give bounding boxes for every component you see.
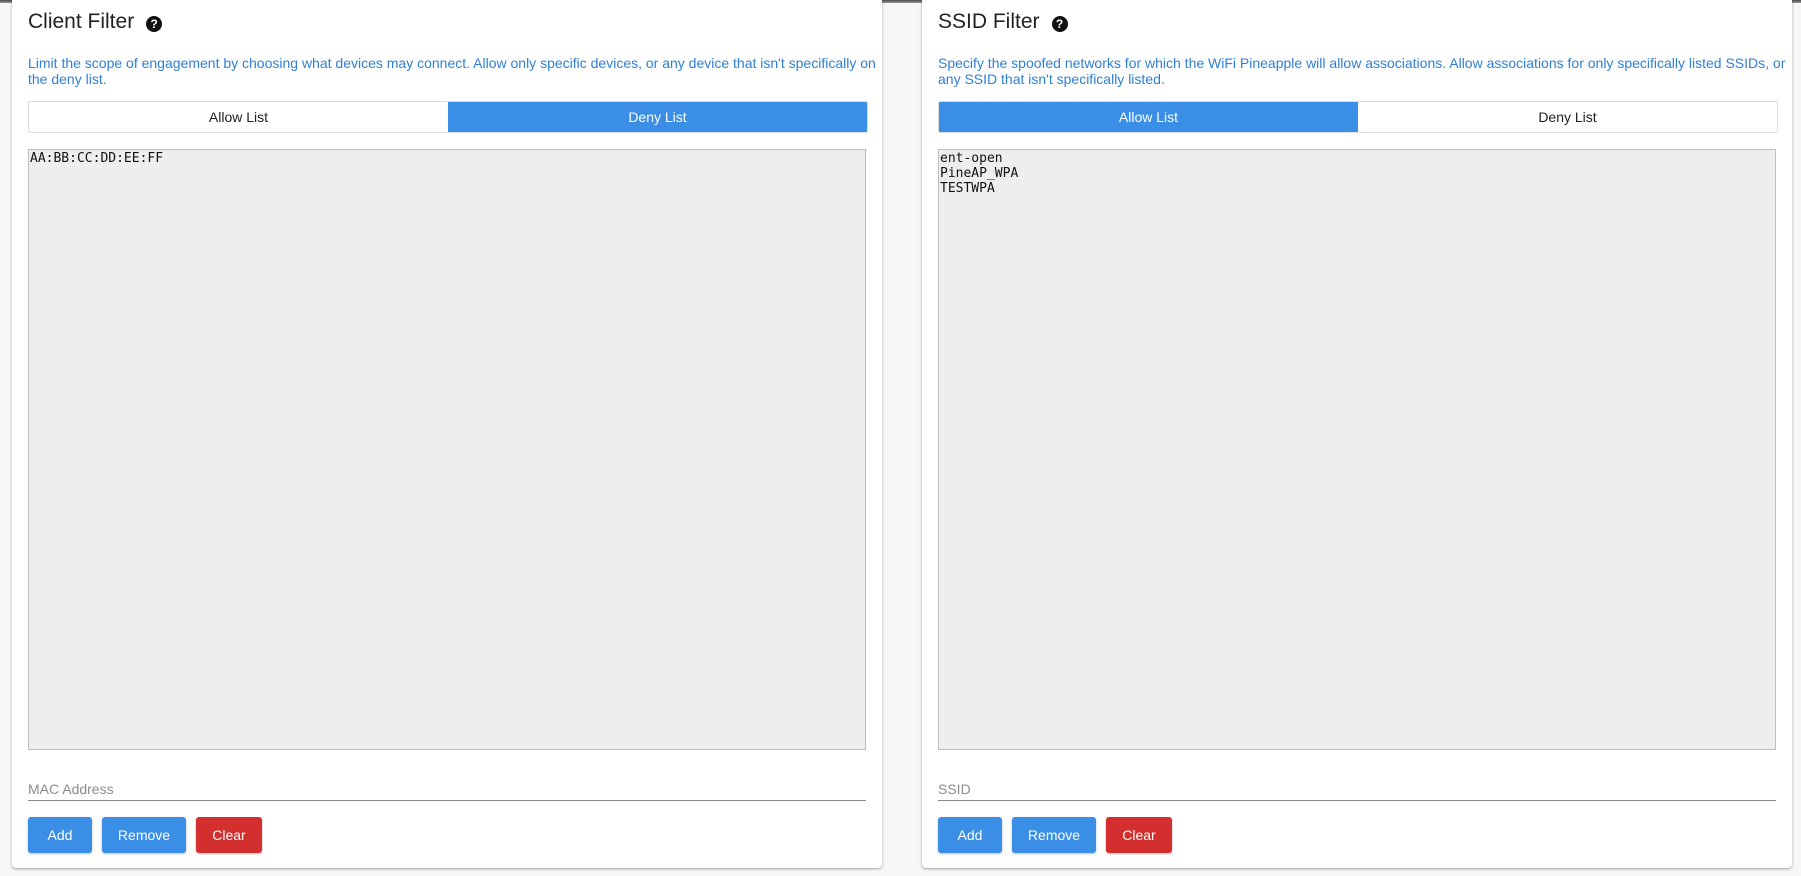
client-filter-remove-button[interactable]: Remove <box>102 817 186 853</box>
ssid-filter-header: SSID Filter ? <box>938 10 1068 34</box>
question-circle-icon[interactable]: ? <box>1051 16 1068 32</box>
client-filter-deny-list-tab[interactable]: Deny List <box>448 102 867 132</box>
client-filter-add-button[interactable]: Add <box>28 817 92 853</box>
ssid-filter-actions: Add Remove Clear <box>938 817 1182 853</box>
ssid-input[interactable] <box>938 778 1776 801</box>
question-circle-icon[interactable]: ? <box>146 16 163 32</box>
ssid-filter-mode-toggle: Allow List Deny List <box>938 101 1778 133</box>
ssid-filter-description: Specify the spoofed networks for which t… <box>938 55 1786 87</box>
ssid-filter-remove-button[interactable]: Remove <box>1012 817 1096 853</box>
ssid-filter-clear-button[interactable]: Clear <box>1106 817 1172 853</box>
client-filter-actions: Add Remove Clear <box>28 817 272 853</box>
ssid-filter-deny-list-tab[interactable]: Deny List <box>1358 102 1777 132</box>
client-filter-clear-button[interactable]: Clear <box>196 817 262 853</box>
client-filter-title: Client Filter <box>28 10 135 33</box>
ssid-filter-ssid-list[interactable]: ent-open PineAP_WPA TESTWPA <box>938 149 1776 750</box>
client-filter-card: Client Filter ? Limit the scope of engag… <box>12 0 882 868</box>
ssid-filter-title: SSID Filter <box>938 10 1040 33</box>
client-filter-mode-toggle: Allow List Deny List <box>28 101 868 133</box>
ssid-filter-card: SSID Filter ? Specify the spoofed networ… <box>922 0 1792 868</box>
mac-address-input[interactable] <box>28 778 866 801</box>
client-filter-mac-list[interactable]: AA:BB:CC:DD:EE:FF <box>28 149 866 750</box>
ssid-filter-add-button[interactable]: Add <box>938 817 1002 853</box>
client-filter-allow-list-tab[interactable]: Allow List <box>29 102 448 132</box>
client-filter-header: Client Filter ? <box>28 10 163 34</box>
client-filter-description: Limit the scope of engagement by choosin… <box>28 55 876 87</box>
ssid-filter-allow-list-tab[interactable]: Allow List <box>939 102 1358 132</box>
